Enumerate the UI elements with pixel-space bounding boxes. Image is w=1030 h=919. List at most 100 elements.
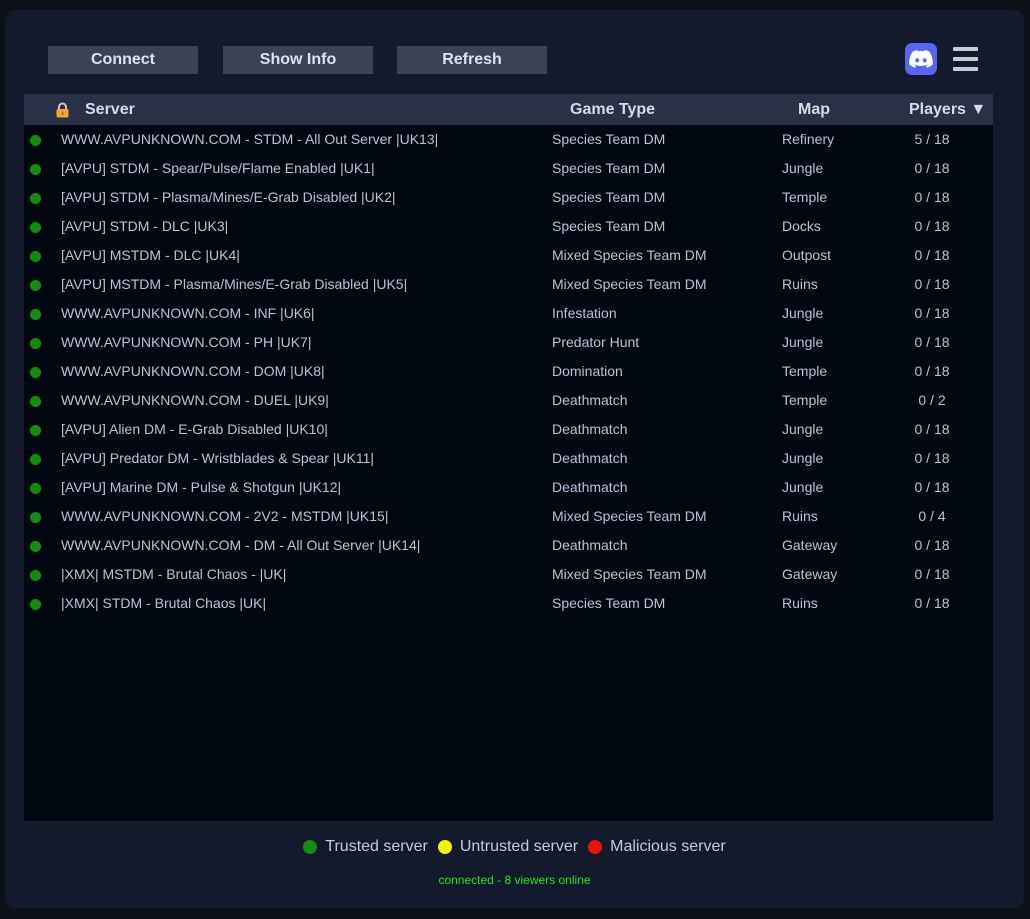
cell-game-type: Deathmatch [552,421,628,437]
cell-map: Docks [782,218,821,234]
cell-map: Ruins [782,595,818,611]
connect-button[interactable]: Connect [48,46,198,74]
table-row[interactable]: WWW.AVPUNKNOWN.COM - DM - All Out Server… [24,531,993,560]
cell-game-type: Species Team DM [552,160,666,176]
table-row[interactable]: WWW.AVPUNKNOWN.COM - INF |UK6| Infestatio… [24,299,993,328]
cell-server: [AVPU] Alien DM - E-Grab Disabled |UK10| [61,421,328,437]
cell-server: WWW.AVPUNKNOWN.COM - PH |UK7| [61,334,312,350]
status-dot-icon [30,135,41,146]
legend-dot-icon [303,840,318,854]
status-dot-icon [30,483,41,494]
table-row[interactable]: |XMX| MSTDM - Brutal Chaos - |UK| Mixed S… [24,560,993,589]
cell-players: 0 / 18 [914,537,950,553]
legend-label: Trusted server [325,838,428,855]
legend-label: Untrusted server [459,838,579,855]
table-row[interactable]: [AVPU] MSTDM - Plasma/Mines/E-Grab Disab… [24,270,993,299]
table-row[interactable]: WWW.AVPUNKNOWN.COM - STDM - All Out Serv… [24,125,993,154]
table-row[interactable]: WWW.AVPUNKNOWN.COM - DOM |UK8| Domination… [24,357,993,386]
cell-players: 0 / 18 [914,189,950,205]
status-dot-icon [30,425,41,436]
cell-map: Temple [782,189,828,205]
header-game-type[interactable]: Game Type [570,94,655,125]
cell-players: 0 / 18 [914,479,950,495]
table-row[interactable]: WWW.AVPUNKNOWN.COM - DUEL |UK9| Deathmatc… [24,386,993,415]
status-dot-icon [30,222,41,233]
cell-server: [AVPU] Marine DM - Pulse & Shotgun |UK12… [61,479,342,495]
cell-game-type: Mixed Species Team DM [552,247,707,263]
cell-game-type: Mixed Species Team DM [552,276,707,292]
status-dot-icon [30,512,41,523]
cell-game-type: Domination [552,363,623,379]
connection-status: connected - 8 viewers online [438,873,591,887]
cell-server: WWW.AVPUNKNOWN.COM - DUEL |UK9| [61,392,329,408]
status-dot-icon [30,280,41,291]
status-dot-icon [30,251,41,262]
cell-players: 0 / 18 [914,421,950,437]
status-dot-icon [30,599,41,610]
show-info-button[interactable]: Show Info [223,46,373,74]
legend-item: Untrusted server [437,838,579,856]
cell-players: 0 / 18 [914,247,950,263]
cell-map: Refinery [782,131,835,147]
table-row[interactable]: WWW.AVPUNKNOWN.COM - 2V2 - MSTDM |UK15| M… [24,502,993,531]
cell-map: Gateway [782,537,838,553]
cell-map: Jungle [782,421,824,437]
cell-players: 0 / 18 [914,160,950,176]
cell-players: 0 / 2 [918,392,946,408]
cell-map: Temple [782,363,828,379]
table-row[interactable]: [AVPU] STDM - DLC |UK3| Species Team DM Do… [24,212,993,241]
cell-map: Jungle [782,305,824,321]
refresh-button[interactable]: Refresh [397,46,547,74]
cell-game-type: Mixed Species Team DM [552,508,707,524]
legend-label: Malicious server [610,838,726,855]
cell-server: |XMX| STDM - Brutal Chaos |UK| [61,595,267,611]
cell-game-type: Species Team DM [552,189,666,205]
cell-server: WWW.AVPUNKNOWN.COM - DOM |UK8| [61,363,325,379]
cell-players: 5 / 18 [914,131,950,147]
cell-players: 0 / 18 [914,276,950,292]
cell-players: 0 / 18 [914,450,950,466]
lock-icon [55,102,70,118]
cell-players: 0 / 18 [914,218,950,234]
cell-server: [AVPU] STDM - DLC |UK3| [61,218,229,234]
hamburger-menu-icon[interactable] [953,46,979,72]
server-browser-panel: Connect Show Info Refresh Server Game Ty… [5,10,1024,908]
cell-map: Ruins [782,508,818,524]
cell-server: WWW.AVPUNKNOWN.COM - STDM - All Out Serv… [61,131,439,147]
cell-players: 0 / 4 [918,508,946,524]
table-row[interactable]: [AVPU] MSTDM - DLC |UK4| Mixed Species Te… [24,241,993,270]
cell-map: Jungle [782,160,824,176]
status-dot-icon [30,164,41,175]
status-dot-icon [30,338,41,349]
discord-icon[interactable] [905,43,937,75]
cell-map: Ruins [782,276,818,292]
legend-dot-icon [588,840,603,854]
cell-game-type: Deathmatch [552,450,628,466]
table-row[interactable]: [AVPU] Predator DM - Wristblades & Spear… [24,444,993,473]
legend-dot-icon [437,840,452,854]
header-server[interactable]: Server [85,94,135,125]
cell-players: 0 / 18 [914,363,950,379]
cell-map: Gateway [782,566,838,582]
cell-game-type: Mixed Species Team DM [552,566,707,582]
cell-map: Jungle [782,334,824,350]
legend-item: Trusted server [303,838,428,856]
table-header: Server Game Type Map Players ▼ [24,94,993,125]
status-dot-icon [30,454,41,465]
status-dot-icon [30,367,41,378]
header-map[interactable]: Map [798,94,830,125]
cell-game-type: Deathmatch [552,537,628,553]
cell-game-type: Species Team DM [552,131,666,147]
status-dot-icon [30,396,41,407]
status-dot-icon [30,570,41,581]
cell-server: [AVPU] Predator DM - Wristblades & Spear… [61,450,375,466]
table-row[interactable]: [AVPU] STDM - Spear/Pulse/Flame Enabled … [24,154,993,183]
table-row[interactable]: |XMX| STDM - Brutal Chaos |UK| Species Te… [24,589,993,618]
table-row[interactable]: [AVPU] STDM - Plasma/Mines/E-Grab Disabl… [24,183,993,212]
table-row[interactable]: WWW.AVPUNKNOWN.COM - PH |UK7| Predator Hu… [24,328,993,357]
header-players[interactable]: Players ▼ [909,94,986,125]
table-row[interactable]: [AVPU] Marine DM - Pulse & Shotgun |UK12… [24,473,993,502]
table-row[interactable]: [AVPU] Alien DM - E-Grab Disabled |UK10|… [24,415,993,444]
cell-game-type: Species Team DM [552,595,666,611]
cell-server: [AVPU] MSTDM - DLC |UK4| [61,247,240,263]
